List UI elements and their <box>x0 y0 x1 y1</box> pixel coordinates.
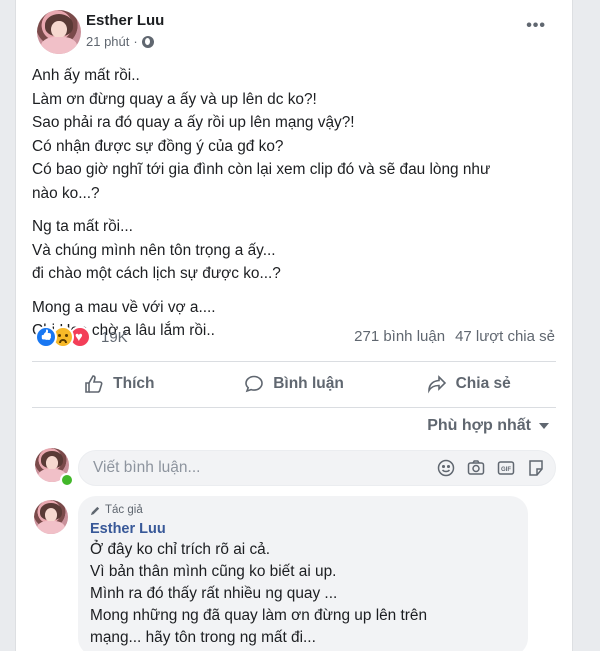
comment-text: Ở đây ko chỉ trích rõ ai cả. Vì bản thân… <box>90 539 516 649</box>
post-line: Và chúng mình nên tôn trọng a ấy... <box>32 241 276 259</box>
svg-text:GIF: GIF <box>501 467 511 473</box>
share-icon <box>427 375 446 394</box>
post-line: Có nhận được sự đồng ý của gđ ko? <box>32 137 284 155</box>
comment-composer[interactable]: GIF <box>78 450 556 486</box>
share-button[interactable]: Chia sẻ <box>381 362 556 406</box>
author-avatar[interactable] <box>37 10 81 54</box>
author-badge-label: Tác giả <box>105 504 143 516</box>
post-line: Anh ấy mất rồi.. <box>32 67 140 84</box>
emoji-icon[interactable] <box>437 459 455 477</box>
post-author-name[interactable]: Esther Luu <box>86 12 164 29</box>
camera-icon[interactable] <box>467 459 485 477</box>
like-reaction-icon <box>35 326 57 348</box>
post-line: Làm ơn đừng quay a ấy và up lên dc ko?! <box>32 90 317 108</box>
comment-count-link[interactable]: 271 bình luận <box>354 328 445 345</box>
post-body: Anh ấy mất rồi.. Làm ơn đừng quay a ấy v… <box>32 64 562 353</box>
comment-input[interactable] <box>91 458 415 478</box>
comment-label: Bình luận <box>273 375 344 392</box>
share-count-link[interactable]: 47 lượt chia sẻ <box>455 328 555 345</box>
comment-sort-dropdown[interactable]: Phù hợp nhất <box>427 417 549 435</box>
comment-bubble: Tác giả Esther Luu Ở đây ko chỉ trích rõ… <box>78 496 528 651</box>
more-options-icon[interactable]: ••• <box>526 17 546 35</box>
post-line: đi chào một cách lịch sự được ko...? <box>32 265 281 282</box>
sort-label: Phù hợp nhất <box>427 417 531 434</box>
like-button[interactable]: Thích <box>32 362 207 406</box>
comment-button[interactable]: Bình luận <box>207 362 382 406</box>
gif-icon[interactable]: GIF <box>497 459 515 477</box>
comment-line: Mình ra đó thấy rất nhiều ng quay ... <box>90 585 338 602</box>
comment-author-name[interactable]: Esther Luu <box>90 521 516 537</box>
post-line: Có bao giờ nghĩ tới gia đình còn lại xem… <box>32 161 491 178</box>
chevron-down-icon <box>539 423 549 429</box>
post-actions: Thích Bình luận Chia sẻ <box>32 362 556 406</box>
composer-tools: GIF <box>437 459 545 477</box>
sticker-icon[interactable] <box>527 459 545 477</box>
commenter-avatar[interactable] <box>34 500 68 534</box>
post-line: Mong a mau về với vợ a.... <box>32 298 216 316</box>
post-paragraph: Ng ta mất rồi... Và chúng mình nên tôn t… <box>32 215 562 286</box>
reaction-count[interactable]: 19K <box>101 329 128 346</box>
pencil-icon <box>90 506 100 515</box>
post-line: Ng ta mất rồi... <box>32 218 133 235</box>
thumbs-up-icon <box>85 375 103 393</box>
online-status-dot <box>60 473 74 487</box>
author-badge: Tác giả <box>90 504 516 516</box>
like-label: Thích <box>113 375 155 392</box>
post-card: Esther Luu 21 phút · ••• Anh ấy mất rồi.… <box>15 0 573 651</box>
reactions-summary[interactable]: 19K <box>35 326 128 348</box>
comment-line: Ở đây ko chỉ trích rõ ai cả. <box>90 541 270 558</box>
comment-icon <box>245 375 264 393</box>
comment-line: Mong những ng đã quay làm ơn đừng up lên… <box>90 607 428 624</box>
post-line: nào ko...? <box>32 184 100 202</box>
comment-line: mạng... hãy tôn trong ng mất đi... <box>90 629 316 646</box>
globe-icon <box>141 35 154 48</box>
share-label: Chia sẻ <box>455 375 511 392</box>
engagement-counts: 271 bình luận 47 lượt chia sẻ <box>354 328 555 345</box>
post-time[interactable]: 21 phút <box>86 34 129 49</box>
meta-separator: · <box>133 34 138 49</box>
divider <box>32 407 556 408</box>
post-paragraph: Anh ấy mất rồi.. Làm ơn đừng quay a ấy v… <box>32 64 562 205</box>
comment-line: Vì bản thân mình cũng ko biết ai up. <box>90 563 337 580</box>
post-line: Sao phải ra đó quay a ấy rồi up lên mạng… <box>32 114 355 131</box>
post-meta: 21 phút · <box>86 34 154 49</box>
